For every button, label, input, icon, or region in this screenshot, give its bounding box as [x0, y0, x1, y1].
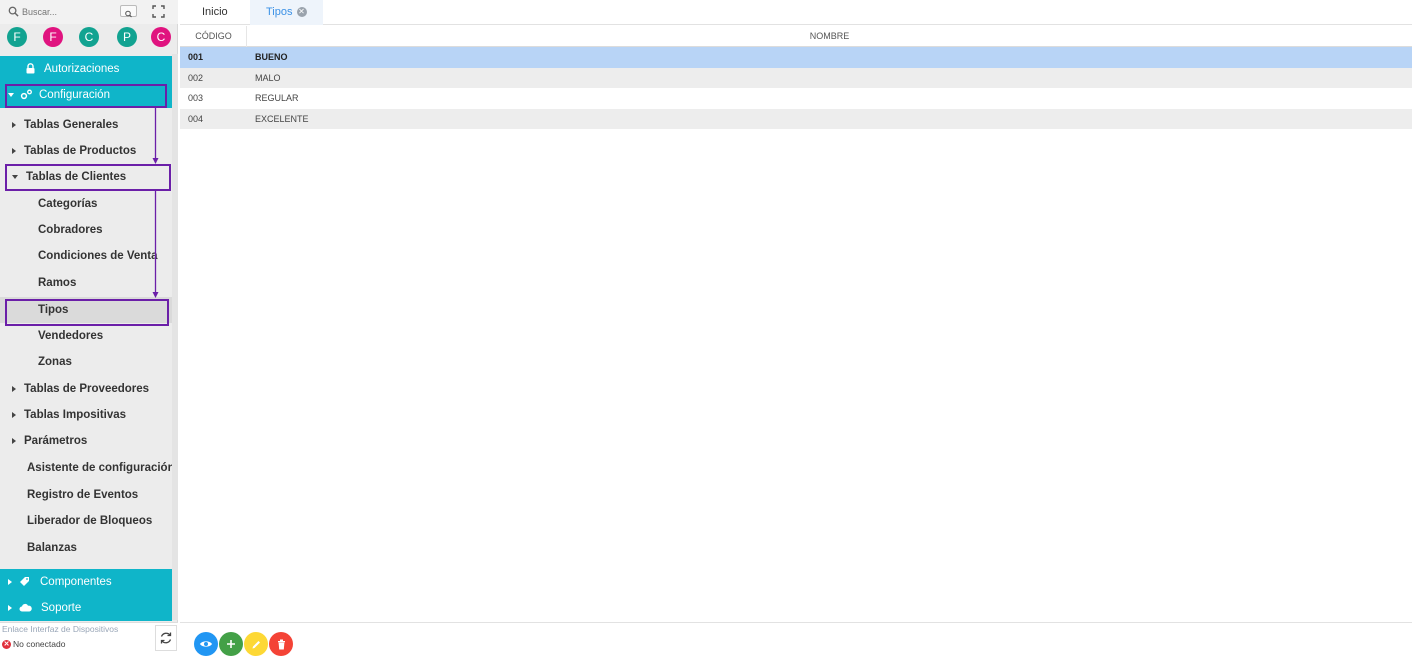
tab-label: Tipos [266, 6, 293, 18]
cell-nombre: EXCELENTE [255, 113, 309, 124]
sidebar-item-label: Componentes [40, 576, 112, 588]
sidebar-item-balanzas[interactable]: Balanzas [0, 535, 172, 561]
sidebar-scrollbar[interactable] [172, 54, 178, 620]
refresh-button[interactable] [155, 625, 177, 651]
table-row[interactable]: 002 MALO [180, 67, 1412, 88]
search-input[interactable] [22, 4, 112, 20]
sidebar-item-tablas-clientes[interactable]: Tablas de Clientes [0, 164, 172, 190]
cell-nombre: MALO [255, 72, 281, 83]
sidebar-item-categorias[interactable]: Categorías [0, 191, 172, 217]
sidebar-item-label: Tablas de Productos [24, 145, 137, 157]
sidebar-item-label: Soporte [41, 602, 82, 614]
cell-codigo: 003 [188, 93, 204, 103]
sidebar-item-tablas-impositivas[interactable]: Tablas Impositivas [0, 402, 172, 428]
sidebar-item-tipos[interactable]: Tipos [0, 297, 172, 323]
sidebar-item-label: Autorizaciones [44, 63, 120, 75]
view-button[interactable] [194, 632, 218, 656]
sidebar-item-configuracion[interactable]: Configuración [0, 82, 172, 108]
refresh-icon [160, 632, 172, 644]
eye-icon [200, 641, 212, 647]
sidebar-item-label: Configuración [39, 89, 110, 101]
cell-nombre: REGULAR [255, 93, 299, 103]
sidebar-item-liberador-bloqueos[interactable]: Liberador de Bloqueos [0, 508, 172, 534]
chevron-down-icon [8, 92, 14, 97]
chevron-right-icon [12, 121, 16, 128]
tag-icon [20, 577, 29, 587]
tab-inicio[interactable]: Inicio [186, 0, 244, 25]
connection-status-text: No conectado [13, 639, 66, 649]
search-button[interactable] [120, 5, 137, 18]
sidebar-item-label: Tablas Impositivas [24, 409, 127, 421]
sidebar-item-vendedores[interactable]: Vendedores [0, 323, 172, 349]
table-row[interactable]: 004 EXCELENTE [180, 108, 1412, 129]
sidebar-item-zonas[interactable]: Zonas [0, 349, 172, 375]
chevron-right-icon [12, 385, 16, 392]
sidebar-item-cobradores[interactable]: Cobradores [0, 217, 172, 243]
cell-codigo: 004 [188, 113, 204, 124]
sidebar: F F C P C Autorizaciones Configuración T… [0, 0, 178, 662]
search-button-icon [125, 10, 132, 18]
cell-codigo: 002 [188, 72, 204, 83]
cloud-icon [19, 604, 32, 612]
user-avatars: F F C P C [0, 27, 178, 51]
sidebar-item-parametros[interactable]: Parámetros [0, 428, 172, 454]
plus-icon [227, 640, 235, 648]
data-grid: CÓDIGO NOMBRE 001 BUENO 002 MALO 003 REG… [180, 26, 1412, 129]
error-icon: ✕ [2, 640, 11, 650]
sidebar-item-condiciones-venta[interactable]: Condiciones de Venta [0, 243, 172, 269]
sidebar-item-autorizaciones[interactable]: Autorizaciones [0, 56, 172, 82]
device-status: Enlace Interfaz de Dispositivos ✕ No cone… [0, 622, 178, 662]
delete-button[interactable] [269, 632, 293, 656]
pencil-icon [252, 640, 260, 648]
sidebar-item-soporte[interactable]: Soporte [0, 595, 172, 621]
cogs-icon [20, 90, 32, 100]
sidebar-item-label: Parámetros [24, 435, 88, 447]
chevron-down-icon [12, 174, 18, 179]
edit-button[interactable] [244, 632, 268, 656]
tab-tipos[interactable]: Tipos ✕ [250, 0, 323, 25]
add-button[interactable] [219, 632, 243, 656]
chevron-right-icon [12, 437, 16, 444]
cell-codigo: 001 [188, 52, 204, 62]
avatar[interactable]: P [117, 27, 137, 47]
avatar[interactable]: C [79, 27, 99, 47]
close-icon[interactable]: ✕ [296, 7, 307, 18]
sidebar-item-tablas-generales[interactable]: Tablas Generales [0, 112, 172, 138]
search-icon [8, 6, 19, 17]
action-toolbar [180, 622, 1412, 662]
connection-status: ✕ No conectado [2, 639, 66, 650]
tab-bar: Inicio Tipos ✕ [180, 0, 1412, 25]
column-header-codigo[interactable]: CÓDIGO [180, 26, 247, 47]
sidebar-item-registro-eventos[interactable]: Registro de Eventos [0, 482, 172, 508]
table-row[interactable]: 001 BUENO [180, 47, 1412, 68]
avatar[interactable]: C [151, 27, 171, 47]
cell-nombre: BUENO [255, 52, 288, 62]
sidebar-item-tablas-productos[interactable]: Tablas de Productos [0, 138, 172, 164]
sidebar-item-label: Tablas de Clientes [26, 171, 127, 183]
sidebar-item-tablas-proveedores[interactable]: Tablas de Proveedores [0, 376, 172, 402]
chevron-right-icon [12, 147, 16, 154]
chevron-right-icon [12, 411, 16, 418]
avatar[interactable]: F [7, 27, 27, 47]
column-header-nombre[interactable]: NOMBRE [247, 26, 1412, 47]
search-bar [0, 0, 178, 24]
device-link-label: Enlace Interfaz de Dispositivos [2, 624, 119, 634]
chevron-right-icon [8, 578, 12, 585]
sidebar-item-componentes[interactable]: Componentes [0, 569, 172, 595]
lock-icon [26, 63, 35, 74]
trash-icon [277, 639, 285, 649]
table-row[interactable]: 003 REGULAR [180, 88, 1412, 109]
sidebar-item-label: Tablas de Proveedores [24, 383, 150, 395]
fullscreen-icon[interactable] [152, 5, 165, 18]
avatar[interactable]: F [43, 27, 63, 47]
sidebar-item-ramos[interactable]: Ramos [0, 270, 172, 296]
sidebar-item-asistente[interactable]: Asistente de configuración [0, 455, 175, 481]
chevron-right-icon [8, 604, 12, 611]
sidebar-item-label: Tablas Generales [24, 119, 119, 131]
grid-header: CÓDIGO NOMBRE [180, 26, 1412, 47]
